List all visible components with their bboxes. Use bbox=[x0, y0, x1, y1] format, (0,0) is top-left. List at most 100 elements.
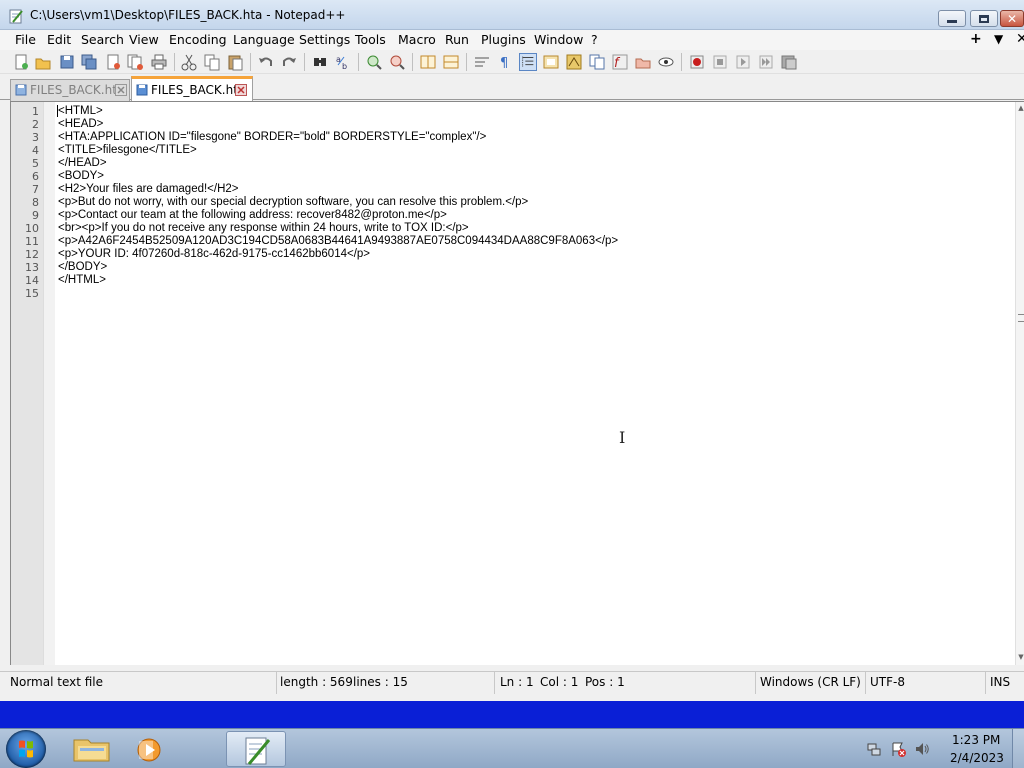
stop-recording-icon[interactable] bbox=[711, 53, 729, 71]
new-tab-button[interactable]: + bbox=[970, 31, 982, 47]
show-all-characters-icon[interactable]: ¶ bbox=[496, 53, 514, 71]
action-center-icon[interactable] bbox=[890, 741, 906, 757]
copy-icon[interactable] bbox=[203, 53, 221, 71]
svg-text:b: b bbox=[342, 62, 347, 71]
word-wrap-icon[interactable] bbox=[473, 53, 491, 71]
menu-window[interactable]: Window bbox=[534, 32, 583, 47]
mouse-ibeam-cursor: I bbox=[619, 428, 626, 447]
menu-plugins[interactable]: Plugins bbox=[481, 32, 526, 47]
eol-format-status[interactable]: Windows (CR LF) bbox=[760, 675, 861, 689]
close-all-icon[interactable] bbox=[126, 53, 144, 71]
code-line[interactable]: <p>A42A6F2454B52509A120AD3C194CD58A0683B… bbox=[58, 235, 618, 247]
tab-list-button[interactable]: ▼ bbox=[994, 32, 1003, 46]
folder-as-workspace-icon[interactable]: f bbox=[611, 53, 629, 71]
undo-icon[interactable] bbox=[257, 53, 275, 71]
title-bar[interactable]: C:\Users\vm1\Desktop\FILES_BACK.hta - No… bbox=[0, 0, 1024, 30]
menu-language[interactable]: Language bbox=[233, 32, 295, 47]
volume-icon[interactable] bbox=[914, 741, 930, 757]
minimize-button[interactable] bbox=[938, 10, 966, 27]
tab-files-back-1[interactable]: FILES_BACK.hta bbox=[10, 79, 130, 101]
tab-close-icon[interactable] bbox=[115, 84, 127, 96]
code-line[interactable]: </HTML> bbox=[58, 274, 106, 286]
scroll-up-icon[interactable]: ▲ bbox=[1016, 104, 1024, 114]
close-icon[interactable] bbox=[104, 53, 122, 71]
network-icon[interactable] bbox=[866, 741, 882, 757]
code-line[interactable]: <p>But do not worry, with our special de… bbox=[58, 196, 528, 208]
find-icon[interactable] bbox=[311, 53, 329, 71]
zoom-out-icon[interactable] bbox=[388, 53, 406, 71]
playback-macro-icon[interactable] bbox=[734, 53, 752, 71]
save-all-icon[interactable] bbox=[80, 53, 98, 71]
notepadpp-taskbar-button[interactable] bbox=[226, 731, 286, 767]
start-button[interactable] bbox=[6, 730, 46, 768]
notepadpp-window: C:\Users\vm1\Desktop\FILES_BACK.hta - No… bbox=[0, 0, 1024, 701]
save-icon[interactable] bbox=[58, 53, 76, 71]
menu-help[interactable]: ? bbox=[591, 32, 598, 47]
code-line[interactable]: </BODY> bbox=[58, 261, 107, 273]
new-file-icon[interactable] bbox=[12, 53, 30, 71]
fold-margin[interactable] bbox=[43, 102, 55, 665]
code-line[interactable]: <TITLE>filesgone</TITLE> bbox=[58, 144, 197, 156]
menu-view[interactable]: View bbox=[129, 32, 159, 47]
menu-macro[interactable]: Macro bbox=[398, 32, 436, 47]
sync-horizontal-icon[interactable] bbox=[442, 53, 460, 71]
notepadpp-app-icon bbox=[9, 9, 23, 24]
redo-icon[interactable] bbox=[280, 53, 298, 71]
menu-settings[interactable]: Settings bbox=[299, 32, 350, 47]
line-number: 2 bbox=[32, 118, 39, 131]
document-map-icon[interactable] bbox=[565, 53, 583, 71]
user-defined-language-icon[interactable] bbox=[542, 53, 560, 71]
code-line[interactable]: <p>Contact our team at the following add… bbox=[58, 209, 447, 221]
print-icon[interactable] bbox=[150, 53, 168, 71]
file-type-status: Normal text file bbox=[10, 675, 104, 689]
menu-run[interactable]: Run bbox=[445, 32, 469, 47]
close-window-button[interactable]: ✕ bbox=[1000, 10, 1024, 27]
code-line[interactable]: <br><p>If you do not receive any respons… bbox=[58, 222, 469, 234]
encoding-status[interactable]: UTF-8 bbox=[870, 675, 905, 689]
code-line[interactable]: <HTML> bbox=[58, 105, 103, 117]
code-line[interactable]: <HEAD> bbox=[58, 118, 103, 130]
eye-icon[interactable] bbox=[657, 53, 675, 71]
show-desktop-button[interactable] bbox=[1012, 729, 1024, 768]
open-file-icon[interactable] bbox=[34, 53, 52, 71]
explorer-taskbar-button[interactable] bbox=[66, 731, 126, 767]
maximize-button[interactable] bbox=[970, 10, 998, 27]
indent-guide-icon[interactable] bbox=[519, 53, 537, 71]
code-line[interactable]: <BODY> bbox=[58, 170, 104, 182]
status-divider bbox=[865, 672, 866, 694]
clock-date[interactable]: 2/4/2023 bbox=[950, 751, 1004, 765]
code-line[interactable]: <H2>Your files are damaged!</H2> bbox=[58, 183, 239, 195]
menu-tools[interactable]: Tools bbox=[355, 32, 386, 47]
menu-bar: File Edit Search View Encoding Language … bbox=[0, 30, 1024, 50]
menu-edit[interactable]: Edit bbox=[47, 32, 71, 47]
line-number: 3 bbox=[32, 131, 39, 144]
close-document-button[interactable]: ✕ bbox=[1016, 31, 1024, 47]
insert-mode-status[interactable]: INS bbox=[990, 675, 1010, 689]
code-line[interactable]: <HTA:APPLICATION ID="filesgone" BORDER="… bbox=[58, 131, 486, 143]
text-editor[interactable]: 1 2 3 4 5 6 7 8 9 10 11 12 13 14 15 <HTML> <HEAD> <HTA:A… bbox=[10, 101, 1024, 665]
zoom-in-icon[interactable] bbox=[365, 53, 383, 71]
media-player-taskbar-button[interactable] bbox=[120, 731, 180, 767]
vertical-scrollbar[interactable]: ▲ ▼ bbox=[1015, 102, 1024, 665]
replace-icon[interactable]: ab bbox=[334, 53, 352, 71]
tab-files-back-2[interactable]: FILES_BACK.hta bbox=[131, 76, 253, 101]
menu-search[interactable]: Search bbox=[81, 32, 124, 47]
code-line[interactable]: <p>YOUR ID: 4f07260d-818c-462d-9175-cc14… bbox=[58, 248, 370, 260]
record-macro-icon[interactable] bbox=[688, 53, 706, 71]
code-line[interactable]: </HEAD> bbox=[58, 157, 107, 169]
status-divider bbox=[755, 672, 756, 694]
tab-close-icon[interactable] bbox=[235, 84, 247, 96]
scroll-down-icon[interactable]: ▼ bbox=[1016, 653, 1024, 663]
paste-icon[interactable] bbox=[226, 53, 244, 71]
monitoring-icon[interactable] bbox=[634, 53, 652, 71]
column-position-status: Col : 1 bbox=[540, 675, 579, 689]
clock-time[interactable]: 1:23 PM bbox=[952, 733, 1000, 747]
menu-file[interactable]: File bbox=[15, 32, 36, 47]
cut-icon[interactable] bbox=[180, 53, 198, 71]
scroll-thumb[interactable] bbox=[1018, 314, 1024, 322]
save-macro-icon[interactable] bbox=[780, 53, 798, 71]
run-macro-multiple-icon[interactable] bbox=[757, 53, 775, 71]
menu-encoding[interactable]: Encoding bbox=[169, 32, 227, 47]
sync-vertical-icon[interactable] bbox=[419, 53, 437, 71]
function-list-icon[interactable] bbox=[588, 53, 606, 71]
